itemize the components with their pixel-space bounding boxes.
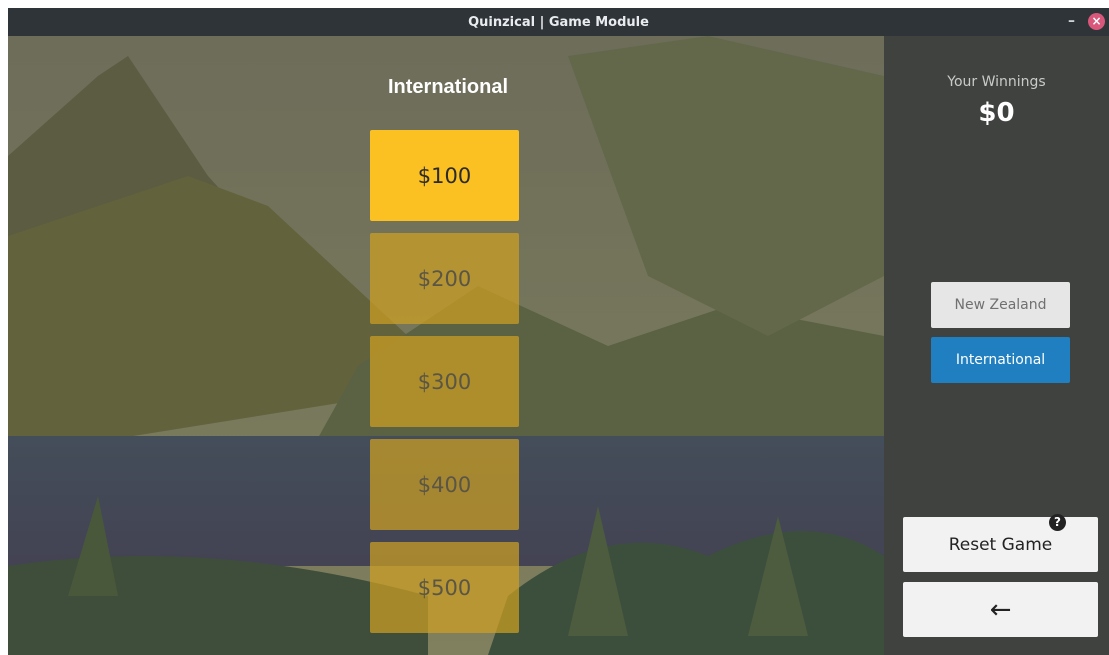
- close-icon[interactable]: ×: [1088, 13, 1105, 30]
- value-tile-400[interactable]: $400: [370, 439, 519, 530]
- value-tile-300[interactable]: $300: [370, 336, 519, 427]
- value-tile-500[interactable]: $500: [370, 542, 519, 633]
- game-window: Quinzical | Game Module – × Internationa…: [8, 8, 1109, 655]
- title-bar: Quinzical | Game Module – ×: [8, 8, 1109, 36]
- reset-game-button[interactable]: Reset Game: [903, 517, 1098, 572]
- game-board: International $100 $200 $300 $400 $500: [8, 36, 884, 655]
- winnings-label: Your Winnings: [947, 74, 1046, 90]
- category-button-new-zealand[interactable]: New Zealand: [931, 282, 1070, 328]
- minimize-icon[interactable]: –: [1068, 13, 1075, 29]
- value-tile-200[interactable]: $200: [370, 233, 519, 324]
- sidebar: Your Winnings $0 New Zealand Internation…: [884, 36, 1109, 655]
- back-arrow-icon: ←: [989, 594, 1012, 625]
- back-button[interactable]: ←: [903, 582, 1098, 637]
- window-title: Quinzical | Game Module: [468, 14, 649, 30]
- category-title: International: [387, 76, 508, 98]
- winnings-value: $0: [978, 98, 1015, 128]
- category-button-international[interactable]: International: [931, 337, 1070, 383]
- value-tile-100[interactable]: $100: [370, 130, 519, 221]
- help-icon[interactable]: ?: [1049, 514, 1066, 531]
